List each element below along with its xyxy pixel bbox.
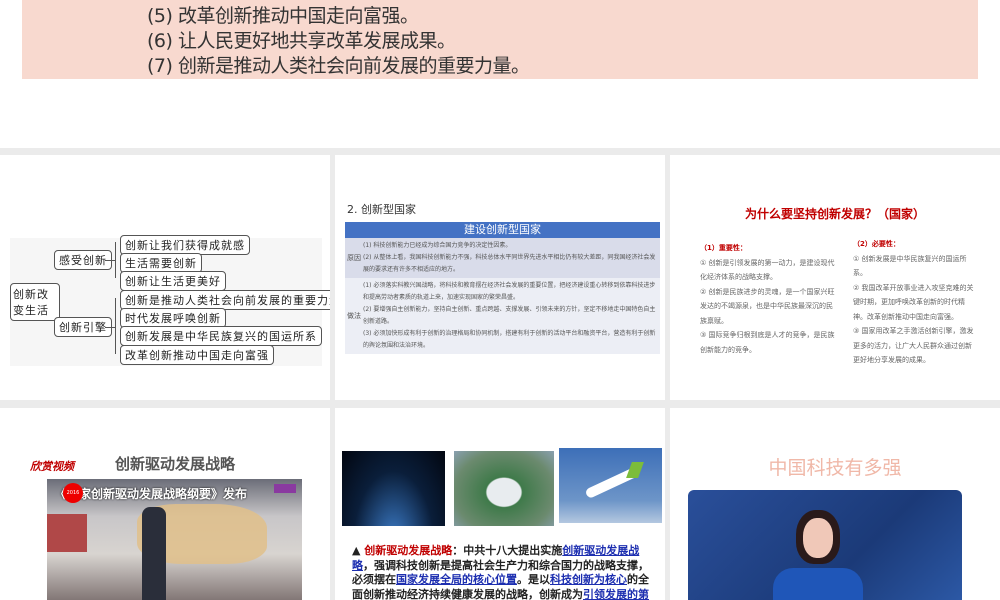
- row-item: (3) 必须加快形成有利于创新的治理格局和协同机制，搭建有利于创新的活动平台和融…: [363, 330, 656, 349]
- mindmap-leaf: 创新发展是中华民族复兴的国运所系: [120, 326, 322, 346]
- table-row: 做法 (1) 必须落实科教兴国战略，将科技和教育摆在经济社会发展的重要位置，把经…: [345, 278, 660, 354]
- summary-line: (5) 改革创新推动中国走向富强。: [147, 5, 419, 27]
- news-video[interactable]: [688, 490, 962, 600]
- mindmap-leaf: 时代发展呼唤创新: [120, 308, 226, 328]
- mindmap-leaf: 创新让生活更美好: [120, 271, 226, 291]
- point: ③ 国际竞争归根到底是人才的竞争，是民族创新能力的竞争。: [700, 331, 835, 354]
- video-tag: 欣赏视频: [30, 460, 74, 473]
- screen-image: [47, 514, 87, 552]
- row-label: 做法: [347, 312, 361, 320]
- space-station-photo: [342, 451, 445, 526]
- mindmap-branch: 创新引擎: [54, 317, 112, 337]
- point: ① 创新是引领发展的第一动力，是建设现代化经济体系的战略支撑。: [700, 258, 835, 282]
- row-item: (1) 科技创新能力已经成为综合国力竞争的决定性因素。: [363, 242, 512, 249]
- mindmap-leaf: 创新让我们获得成就感: [120, 235, 250, 255]
- row-item: (2) 从整体上看，我国科技创新能力不强，科技总体水平同世界先进水平相比仍有较大…: [363, 254, 656, 273]
- row-item: (1) 必须落实科教兴国战略，将科技和教育摆在经济社会发展的重要位置，把经济建设…: [363, 282, 656, 301]
- airplane-photo: [559, 448, 662, 523]
- point: ① 创新发展是中华民族复兴的国运所系。: [853, 254, 967, 278]
- summary-line: (7) 创新是推动人类社会向前发展的重要力量。: [147, 55, 530, 77]
- mindmap-leaf: 生活需要创新: [120, 253, 202, 273]
- anchor-face: [803, 518, 833, 558]
- row-item: (2) 要增强自主创新能力，坚持自主创新、重点跨越、支撑发展、引领未来的方针，坚…: [363, 306, 656, 325]
- anchor-body: [773, 568, 863, 600]
- slide-heading: 2. 创新型国家: [347, 203, 416, 216]
- mindmap-root: 创新改变生活: [10, 283, 60, 321]
- importance-column: （1）重要性： ① 创新是引领发展的第一动力，是建设现代化经济体系的战略支撑。 …: [700, 241, 835, 357]
- mindmap-leaf: 改革创新推动中国走向富强: [120, 345, 274, 365]
- slide-thumbnail-mindmap[interactable]: 创新改变生活 感受创新 创新引擎 创新让我们获得成就感 生活需要创新 创新让生活…: [0, 155, 330, 400]
- year-badge: 2016: [63, 483, 83, 503]
- telescope-photo: [454, 451, 554, 526]
- innovation-table: 建设创新型国家 原因 (1) 科技创新能力已经成为综合国力竞争的决定性因素。 (…: [345, 222, 660, 354]
- mindmap-leaf: 创新是推动人类社会向前发展的重要力量: [120, 290, 330, 310]
- slide-thumbnail-china-tech[interactable]: 中国科技有多强: [670, 408, 1000, 600]
- slide-title: 创新驱动发展战略: [115, 455, 236, 473]
- point: ③ 国家用改革之手激活创新引擎，激发更多的活力，让广大人民群众通过创新更好地分享…: [853, 327, 974, 364]
- channel-logo: [274, 484, 296, 493]
- slide-thumbnail-why-innovate[interactable]: 为什么要坚持创新发展？（国家） （1）重要性： ① 创新是引领发展的第一动力，是…: [670, 155, 1000, 400]
- mindmap-branch: 感受创新: [54, 250, 112, 270]
- current-slide: (5) 改革创新推动中国走向富强。 (6) 让人民更好地共享改革发展成果。 (7…: [0, 0, 1000, 148]
- strategy-paragraph: ▲ 创新驱动发展战略：中共十八大提出实施创新驱动发展战略，强调科技创新是提高社会…: [352, 544, 649, 600]
- point: ② 创新是民族进步的灵魂，是一个国家兴旺发达的不竭源泉，也是中华民族最深沉的民族…: [700, 287, 835, 325]
- table-row: 原因 (1) 科技创新能力已经成为综合国力竞争的决定性因素。 (2) 从整体上看…: [345, 238, 660, 278]
- necessity-column: （2）必要性： ① 创新发展是中华民族复兴的国运所系。 ② 我国改革开放事业进入…: [853, 237, 978, 368]
- summary-line: (6) 让人民更好地共享改革发展成果。: [147, 30, 456, 52]
- column-heading: （1）重要性：: [700, 244, 747, 252]
- column-heading: （2）必要性：: [853, 240, 900, 248]
- video-player[interactable]: 《国家创新驱动发展战略纲要》发布 2016: [47, 479, 302, 600]
- slide-thumbnail-innovative-country[interactable]: 2. 创新型国家 建设创新型国家 原因 (1) 科技创新能力已经成为综合国力竞争…: [335, 155, 665, 400]
- point: ② 我国改革开放事业进入攻坚克难的关键时期，更加呼唤改革创新的时代精神。改革创新…: [853, 283, 974, 321]
- summary-box: (5) 改革创新推动中国走向富强。 (6) 让人民更好地共享改革发展成果。 (7…: [22, 0, 978, 79]
- row-label: 原因: [347, 254, 361, 262]
- presenter-figure: [142, 507, 166, 600]
- video-caption: 《国家创新驱动发展战略纲要》发布: [55, 487, 248, 501]
- slide-thumbnail-video[interactable]: 欣赏视频 创新驱动发展战略 《国家创新驱动发展战略纲要》发布 2016: [0, 408, 330, 600]
- slide-thumbnail-strategy[interactable]: ▲ 创新驱动发展战略：中共十八大提出实施创新驱动发展战略，强调科技创新是提高社会…: [335, 408, 665, 600]
- slide-title: 中国科技有多强: [768, 457, 902, 479]
- slide-title: 为什么要坚持创新发展？（国家）: [744, 207, 925, 221]
- table-title: 建设创新型国家: [345, 222, 660, 238]
